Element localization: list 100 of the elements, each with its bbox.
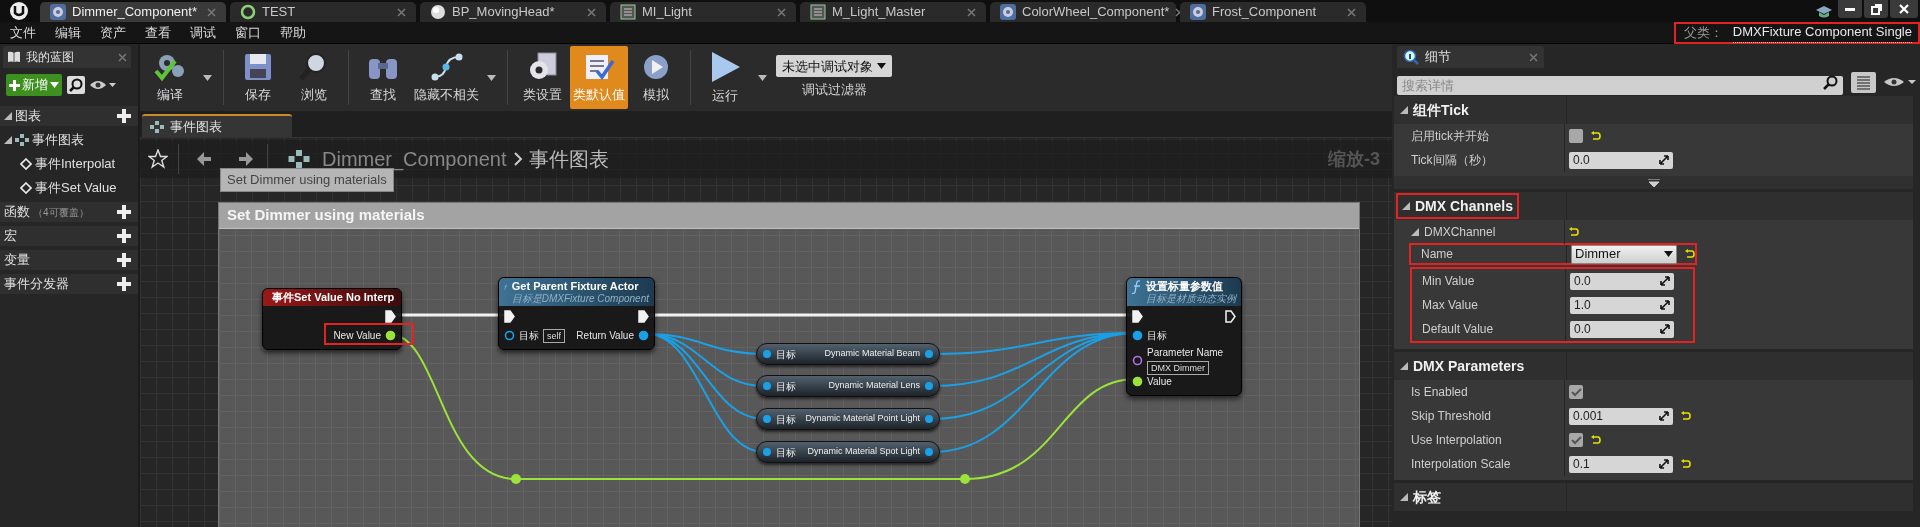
toolbar-button[interactable]: 保存	[230, 46, 286, 109]
debug-object-dropdown[interactable]: 未选中调试对象	[776, 55, 892, 78]
event-node[interactable]: 事件Set Value No Interp New Value	[262, 288, 402, 350]
number-field[interactable]: 0.001	[1569, 407, 1673, 425]
expand-triangle-icon[interactable]	[1400, 493, 1408, 501]
editor-tab[interactable]: Dimmer_Component*	[40, 2, 226, 22]
tree-item[interactable]: 事件图表	[32, 130, 84, 150]
reset-arrow-icon[interactable]	[1591, 435, 1601, 445]
expand-triangle-icon[interactable]	[4, 136, 12, 144]
toolbar-button[interactable]: 浏览	[286, 46, 342, 109]
favorite-star-icon[interactable]	[148, 149, 168, 169]
reroute-node[interactable]	[960, 474, 970, 484]
function-node[interactable]: Get Parent Fixture Actor 目标是DMXFixture Component 目标 self Return Value	[498, 277, 655, 350]
minimize-icon[interactable]	[1845, 7, 1855, 11]
section-title[interactable]: 组件Tick	[1413, 99, 1469, 121]
restore-button[interactable]	[1864, 0, 1888, 18]
toolbar-button[interactable]: 隐藏不相关	[411, 46, 482, 109]
number-field[interactable]: 1.0	[1570, 296, 1674, 314]
panel-tab[interactable]: 细节	[1397, 46, 1544, 68]
exec-pin-icon[interactable]	[504, 310, 515, 323]
back-arrow-icon[interactable]	[195, 150, 213, 168]
eye-icon[interactable]	[1884, 76, 1916, 88]
toolbar-button[interactable]: 运行	[697, 46, 753, 109]
data-pin-icon[interactable]	[1132, 354, 1143, 366]
add-icon[interactable]	[116, 276, 132, 292]
expand-triangle-icon[interactable]	[1400, 362, 1408, 370]
reset-arrow-icon[interactable]	[1569, 227, 1579, 237]
checkbox[interactable]	[1569, 433, 1583, 447]
tree-item[interactable]: 事件Set Value	[35, 178, 117, 198]
menu-item[interactable]: 编辑	[55, 22, 81, 43]
number-field[interactable]: 0.1	[1569, 455, 1673, 473]
graduation-cap-icon[interactable]	[1816, 5, 1832, 19]
category-label[interactable]: 图表	[15, 106, 41, 126]
editor-tab[interactable]: M_Light_Master	[800, 2, 986, 22]
category-label[interactable]: 变量	[4, 250, 30, 270]
reset-arrow-icon[interactable]	[1681, 459, 1691, 469]
data-pin-icon[interactable]	[638, 330, 649, 341]
add-icon[interactable]	[116, 204, 132, 220]
exec-pin-icon[interactable]	[1225, 310, 1236, 323]
menu-item[interactable]: 资产	[100, 22, 126, 43]
add-icon[interactable]	[116, 228, 132, 244]
data-pin-icon[interactable]	[1132, 376, 1143, 387]
data-pin-icon[interactable]	[385, 330, 396, 341]
toolbar-button[interactable]: 编译	[142, 46, 198, 109]
menu-item[interactable]: 调试	[190, 22, 216, 43]
search-icon[interactable]	[1823, 74, 1838, 90]
expand-triangle-icon[interactable]	[1411, 228, 1419, 236]
graph-tab[interactable]: 事件图表	[142, 114, 292, 137]
pin-default-value[interactable]: self	[543, 328, 565, 343]
add-icon[interactable]	[116, 108, 132, 124]
number-field[interactable]: 0.0	[1570, 320, 1674, 338]
breadcrumb-item[interactable]: 事件图表	[528, 144, 609, 174]
menu-item[interactable]: 文件	[10, 22, 36, 43]
reset-arrow-icon[interactable]	[1591, 131, 1601, 141]
editor-tab[interactable]: MI_Light	[610, 2, 796, 22]
data-pin-icon[interactable]	[1132, 330, 1143, 341]
exec-pin-icon[interactable]	[638, 310, 649, 323]
panel-tab[interactable]: 我的蓝图	[3, 46, 131, 68]
toolbar-button[interactable]: 查找	[355, 46, 411, 109]
category-label[interactable]: 函数	[4, 202, 30, 222]
add-icon[interactable]	[116, 252, 132, 268]
search-field[interactable]: 搜索详情	[1397, 75, 1843, 95]
parent-class-link[interactable]: DMXFixture Component Single	[1732, 22, 1912, 43]
reset-arrow-icon[interactable]	[1685, 249, 1695, 259]
menu-item[interactable]: 窗口	[235, 22, 261, 43]
section-title[interactable]: 标签	[1413, 486, 1441, 508]
tree-item[interactable]: 事件Interpolat	[35, 154, 116, 174]
search-icon[interactable]	[67, 76, 85, 94]
function-node[interactable]: 设置标量参数值 目标是材质动态实例 目标 Parameter Name DMX Dimmer Value	[1126, 277, 1242, 396]
minimize-button[interactable]	[1838, 0, 1862, 18]
category-label[interactable]: 宏	[4, 226, 17, 246]
close-button[interactable]	[1890, 0, 1918, 18]
toolbar-button[interactable]: 模拟	[628, 46, 684, 109]
list-view-icon[interactable]	[1851, 71, 1876, 93]
editor-tab[interactable]: Frost_Component	[1180, 2, 1366, 22]
restore-icon[interactable]	[1870, 3, 1882, 15]
exec-pin-icon[interactable]	[385, 310, 396, 323]
section-title[interactable]: DMX Parameters	[1413, 355, 1525, 377]
number-field[interactable]: 0.0	[1570, 272, 1674, 290]
add-new-button[interactable]: 新增	[6, 74, 62, 96]
exec-pin-icon[interactable]	[1132, 310, 1143, 323]
editor-tab[interactable]: BP_MovingHead*	[420, 2, 606, 22]
number-field[interactable]: 0.0	[1569, 151, 1673, 169]
toolbar-button[interactable]: 类设置	[514, 46, 570, 109]
menu-item[interactable]: 帮助	[280, 22, 306, 43]
data-pin-icon[interactable]	[504, 330, 515, 341]
checkbox[interactable]	[1569, 385, 1583, 399]
pin-default-value[interactable]: DMX Dimmer	[1147, 361, 1209, 375]
editor-tab[interactable]: TEST	[230, 2, 416, 22]
expand-triangle-icon[interactable]	[4, 112, 12, 120]
section-title[interactable]: DMX Channels	[1415, 195, 1513, 217]
reset-arrow-icon[interactable]	[1681, 411, 1691, 421]
menu-item[interactable]: 查看	[145, 22, 171, 43]
forward-arrow-icon[interactable]	[237, 150, 255, 168]
expand-triangle-icon[interactable]	[1402, 202, 1410, 210]
dropdown[interactable]: Dimmer	[1571, 244, 1677, 264]
checkbox[interactable]	[1569, 129, 1583, 143]
expand-triangle-icon[interactable]	[1400, 106, 1408, 114]
reroute-node[interactable]	[511, 474, 521, 484]
eye-icon[interactable]	[90, 79, 116, 91]
